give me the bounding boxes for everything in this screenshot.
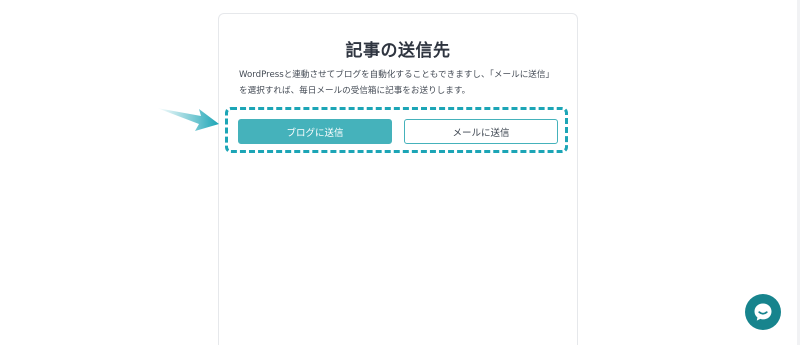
card-description: WordPressと連動させてブログを自動化することもできますし、「メールに送信… [239,70,555,96]
chat-icon [754,303,772,321]
send-to-email-label: メールに送信 [452,127,510,139]
send-to-email-button[interactable]: メールに送信 [404,119,558,144]
send-to-blog-label: ブログに送信 [286,127,344,139]
arrow-right-icon [157,108,219,131]
chat-button[interactable] [745,294,781,330]
send-to-blog-button[interactable]: ブログに送信 [238,119,392,144]
card-title: 記事の送信先 [345,41,451,61]
page: 記事の送信先 WordPressと連動させてブログを自動化することもできますし、… [0,0,800,345]
send-destination-card: 記事の送信先 WordPressと連動させてブログを自動化することもできますし、… [218,13,578,345]
